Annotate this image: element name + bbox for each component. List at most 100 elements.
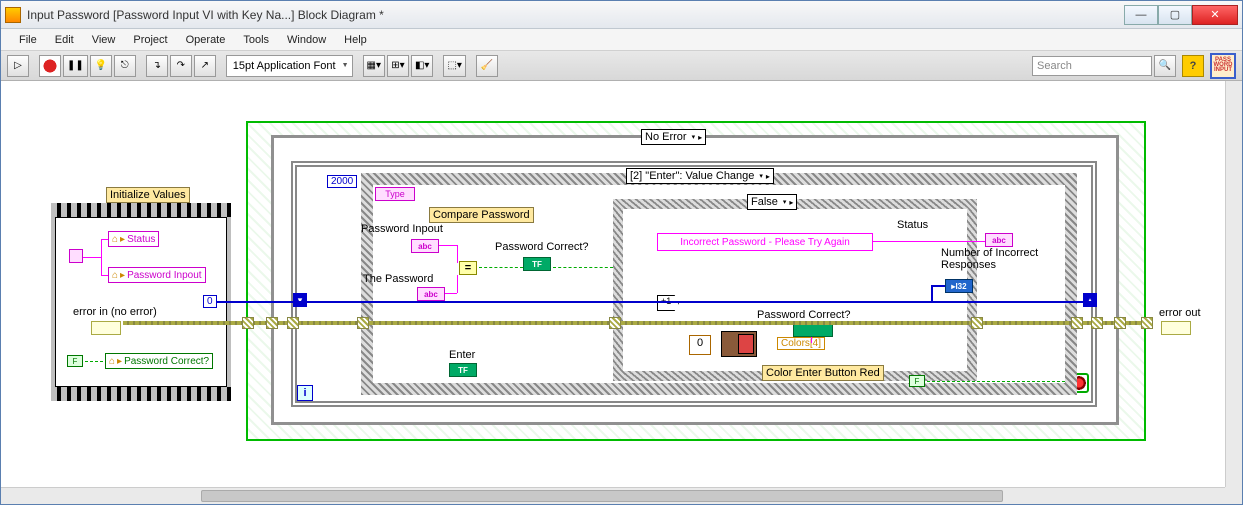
context-help-button[interactable]: ? (1182, 55, 1204, 77)
menu-file[interactable]: File (11, 32, 45, 48)
num-incorrect-label: Number of Incorrect Responses (941, 247, 1038, 271)
vi-icon[interactable]: PASS WORD INPUT (1210, 53, 1236, 79)
menu-window[interactable]: Window (279, 32, 334, 48)
toolbar: ▷ ❚❚ 💡 ⎋ ↴ ↷ ↗ 15pt Application Font ▦▾ … (1, 51, 1242, 81)
false-constant-init[interactable]: F (67, 355, 83, 367)
retain-wire-button[interactable]: ⎋ (114, 55, 136, 77)
error-tunnel (357, 317, 369, 329)
wire (457, 245, 458, 263)
class-constant[interactable] (69, 249, 83, 263)
maximize-button[interactable]: ▢ (1158, 5, 1192, 25)
font-selector[interactable]: 15pt Application Font (226, 55, 353, 77)
equal-node[interactable]: = (459, 261, 477, 275)
chevron-down-icon: ▾ (759, 172, 763, 180)
error-tunnel (287, 317, 299, 329)
search-icon[interactable]: 🔍 (1154, 55, 1176, 77)
minimize-button[interactable]: — (1124, 5, 1158, 25)
wire (85, 361, 103, 362)
error-tunnel (1141, 317, 1153, 329)
wire (439, 245, 457, 246)
error-out-terminal[interactable] (1161, 321, 1191, 335)
error-in-terminal[interactable] (91, 321, 121, 335)
num-incorrect-indicator[interactable]: ▸I32 (945, 279, 973, 293)
menu-tools[interactable]: Tools (235, 32, 277, 48)
abort-button[interactable] (39, 55, 61, 77)
false-constant-right[interactable]: F (909, 375, 925, 387)
wire (101, 239, 108, 240)
case-false-label: False (751, 196, 778, 208)
the-password-terminal[interactable]: abc (417, 287, 445, 301)
password-input-label: Password Inpout (361, 223, 443, 235)
sr-init-zero[interactable]: 0 (203, 295, 217, 308)
case-no-error-selector[interactable]: No Error ▾ (641, 129, 706, 145)
password-input-terminal[interactable]: abc (411, 239, 439, 253)
align-button[interactable]: ▦▾ (363, 55, 385, 77)
password-correct-q-label: Password Correct? (495, 241, 589, 253)
highlight-exec-button[interactable]: 💡 (90, 55, 112, 77)
cleanup-button[interactable]: 🧹 (476, 55, 498, 77)
incorrect-msg-constant[interactable]: Incorrect Password - Please Try Again (657, 233, 873, 251)
wire-blue-main (217, 301, 1097, 303)
title-bar[interactable]: Input Password [Password Input VI with K… (1, 1, 1242, 29)
init-frame-label: Initialize Values (106, 187, 190, 203)
block-diagram-canvas[interactable]: Initialize Values ▸Status ▸Password Inpo… (1, 81, 1225, 487)
search-input[interactable]: Search (1032, 56, 1152, 76)
error-tunnel (609, 317, 621, 329)
event-data-type[interactable]: Type (375, 187, 415, 201)
shift-register-left[interactable]: ▾ (293, 293, 307, 307)
error-tunnel (1114, 317, 1126, 329)
menu-project[interactable]: Project (125, 32, 175, 48)
colors-property-label[interactable]: Colors[4] (777, 337, 825, 350)
enter-terminal[interactable]: TF (449, 363, 477, 377)
case-no-error-label: No Error (645, 131, 687, 143)
timeout-constant[interactable]: 2000 (327, 175, 357, 188)
propnode-status[interactable]: ▸Status (108, 231, 159, 247)
error-tunnel (266, 317, 278, 329)
reorder-button[interactable]: ⬚▾ (443, 55, 465, 77)
propnode-password-input-label: Password Inpout (127, 270, 202, 281)
color-cluster-node[interactable] (721, 331, 757, 357)
menu-help[interactable]: Help (336, 32, 375, 48)
inner-pwd-correct-label: Password Correct? (757, 309, 851, 321)
step-into-button[interactable]: ↴ (146, 55, 168, 77)
iteration-terminal: i (297, 385, 313, 401)
error-in-label: error in (no error) (73, 306, 157, 318)
shift-register-right[interactable]: ▴ (1083, 293, 1097, 307)
color-enter-red-comment: Color Enter Button Red (762, 365, 884, 381)
status-indicator[interactable]: abc (985, 233, 1013, 247)
error-out-label: error out (1159, 307, 1201, 319)
run-button[interactable]: ▷ (7, 55, 29, 77)
wire (931, 285, 945, 287)
case-false-selector[interactable]: False ▾ (747, 194, 797, 210)
wire (479, 267, 523, 268)
close-button[interactable]: ✕ (1192, 5, 1238, 25)
wire (873, 241, 985, 242)
wire (927, 381, 1065, 382)
menu-edit[interactable]: Edit (47, 32, 82, 48)
zero-label: 0 (697, 337, 703, 349)
pause-button[interactable]: ❚❚ (63, 55, 88, 77)
vertical-scrollbar[interactable] (1225, 81, 1242, 487)
distribute-button[interactable]: ⊞▾ (387, 55, 409, 77)
resize-button[interactable]: ◧▾ (411, 55, 433, 77)
wire (83, 257, 101, 258)
app-window: Input Password [Password Input VI with K… (0, 0, 1243, 505)
event-selector[interactable]: [2] "Enter": Value Change ▾ (626, 168, 774, 184)
error-tunnel (1091, 317, 1103, 329)
horizontal-scrollbar[interactable] (1, 487, 1225, 504)
chevron-down-icon: ▾ (783, 198, 787, 206)
propnode-password-input[interactable]: ▸Password Inpout (108, 267, 206, 283)
menu-operate[interactable]: Operate (178, 32, 234, 48)
password-correct-indicator[interactable]: TF (523, 257, 551, 271)
app-icon (5, 7, 21, 23)
chevron-down-icon: ▾ (692, 133, 696, 141)
menu-bar: File Edit View Project Operate Tools Win… (1, 29, 1242, 51)
propnode-password-correct[interactable]: ▸Password Correct? (105, 353, 213, 369)
inner-pwd-correct-ref[interactable] (793, 323, 833, 337)
wire (811, 337, 812, 343)
step-over-button[interactable]: ↷ (170, 55, 192, 77)
event-selector-label: [2] "Enter": Value Change (630, 170, 754, 182)
menu-view[interactable]: View (84, 32, 124, 48)
scroll-corner (1225, 487, 1242, 504)
step-out-button[interactable]: ↗ (194, 55, 216, 77)
